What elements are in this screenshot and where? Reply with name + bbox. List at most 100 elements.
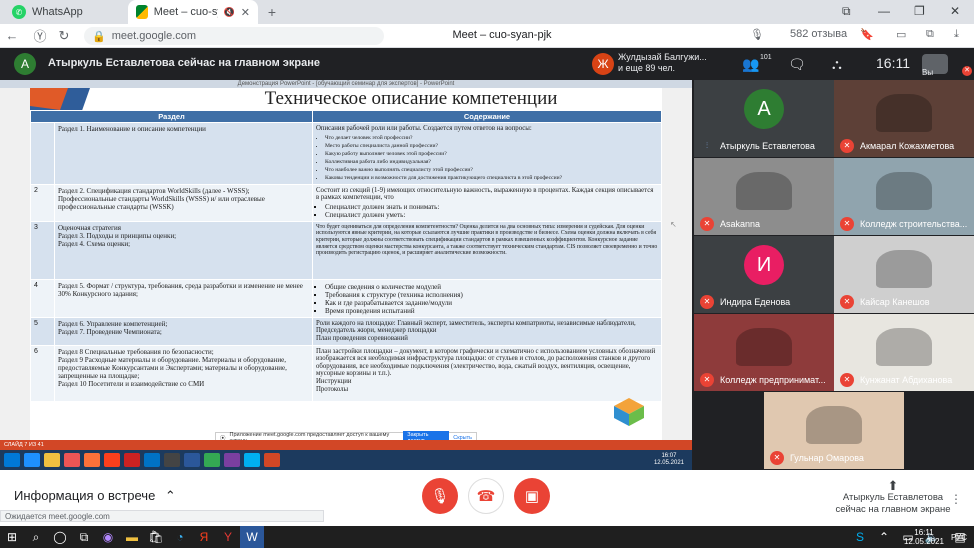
chat-icon[interactable]: 🗨 [788, 56, 806, 73]
row-intro: Роли каждого на площадке: Главный экспер… [316, 319, 636, 342]
row-number: 2 [30, 183, 55, 222]
row-content: Общие сведения о количестве модулейТребо… [312, 278, 662, 318]
notifications-icon[interactable]: ▤ [948, 526, 972, 548]
word-icon [184, 453, 200, 467]
participant-tile[interactable]: ✕ Колледж строительства... [834, 158, 974, 235]
taskbar-date: 12.05.2021 [903, 537, 944, 546]
reviews-link[interactable]: 582 отзыва [790, 28, 847, 40]
mic-off-icon: 🎙 [430, 488, 450, 505]
yandex-icon[interactable]: Ⓨ [28, 26, 52, 45]
bookmark-icon[interactable]: 🔖 [860, 28, 874, 41]
profile-icon[interactable]: ⧉ [842, 4, 851, 19]
mic-off-icon: ✕ [700, 295, 714, 309]
edge-icon[interactable]: ◔ [168, 526, 192, 548]
participant-tile[interactable]: ✕ Asakanna [694, 158, 834, 235]
present-icon: ⬆ [887, 478, 899, 493]
store-icon[interactable]: 🛍 [144, 526, 168, 548]
battery-icon: ▭ [896, 29, 907, 41]
media-icon [64, 453, 80, 467]
avatar: А [744, 89, 784, 130]
activities-icon[interactable]: ⛬ [832, 56, 842, 73]
camera-toggle-button[interactable]: ▣ [514, 478, 550, 514]
minimize-button[interactable]: — [878, 4, 890, 18]
video-feed [736, 171, 792, 211]
reload-icon[interactable]: ↻ [52, 28, 76, 44]
mute-tab-icon[interactable]: 🔇 [224, 7, 235, 18]
row-content: Что будет оцениваться для определения ко… [312, 220, 662, 280]
folder-icon[interactable]: ▬ [120, 526, 144, 548]
url-text: meet.google.com [111, 30, 197, 42]
back-icon[interactable]: ← [0, 28, 24, 43]
windows-start-icon[interactable]: ⊞ [0, 526, 24, 548]
tab-whatsapp[interactable]: ✆ WhatsApp [4, 0, 124, 24]
meeting-info-button[interactable]: Информация о встрече ⌃ [14, 488, 176, 504]
bullet-item: Как и где разрабатывается задание/модули [325, 299, 658, 307]
bullet-item: Специалист должен уметь: [325, 211, 658, 219]
table-row: 4 Раздел 5. Формат / структура, требовани… [30, 278, 662, 318]
ppt-caption: Демонстрация PowerPoint - [обучающий сем… [0, 80, 692, 88]
mic-off-icon: ✕ [840, 139, 854, 153]
bullet-list: Что делает человек этой профессии?Место … [316, 134, 658, 182]
word-icon[interactable]: W [240, 526, 264, 548]
row-content: Описания рабочей роли или работы. Создае… [312, 122, 662, 185]
bullet-item: Какую работу выполняет человек этой проф… [325, 150, 658, 158]
video-feed [736, 327, 792, 367]
meet-icon [136, 5, 148, 19]
row-number: 5 [30, 316, 55, 346]
col-section-header: Раздел [30, 110, 313, 123]
meet-clock: 16:11 [876, 55, 910, 71]
mic-off-icon: ✕ [840, 295, 854, 309]
row-intro: Состоит из секций (1-9) имеющих относите… [316, 186, 654, 202]
taskbar-clock[interactable]: 16:11 12.05.2021 [904, 528, 944, 546]
close-window-button[interactable]: ✕ [950, 4, 960, 18]
participants-count: 101 [760, 54, 772, 61]
self-label: Вы [922, 68, 934, 77]
extensions-icon[interactable]: ⧉ [926, 28, 934, 41]
skype-icon [244, 453, 260, 467]
participant-tile[interactable]: ✕ Гульнар Омарова [764, 392, 904, 469]
tab-label: Meet – cuo-syan-pjk [153, 6, 218, 18]
others-line1: Жулдызай Балгужи... [618, 52, 707, 62]
task-switch-icon[interactable]: ⧉ [72, 526, 96, 548]
yandex-browser-icon[interactable]: Y [216, 526, 240, 548]
participant-tile[interactable]: ✕ Колледж предпринимат... [694, 314, 834, 391]
participant-tile[interactable]: И ✕ Индира Еденова [694, 236, 834, 313]
mic-toggle-button[interactable]: 🎙 [422, 478, 458, 514]
presenting-button[interactable]: ⬆ Атыркуль Еставлетова сейчас на главном… [818, 478, 968, 516]
mic-off-icon: ✕ [700, 217, 714, 231]
skype-icon[interactable]: S [848, 526, 872, 548]
avatar: А [14, 53, 36, 75]
folder-icon [44, 453, 60, 467]
row-number: 3 [30, 220, 55, 280]
url-field[interactable]: 🔒 meet.google.com [84, 27, 384, 45]
download-icon[interactable]: ⤓ [954, 28, 959, 41]
row-number: 4 [30, 278, 55, 318]
new-tab-button[interactable]: + [264, 4, 280, 20]
app-icon [164, 453, 180, 467]
slide-title: Техническое описание компетенции [264, 88, 558, 109]
participant-tile[interactable]: А ⫶ Атыркуль Еставлетова [694, 80, 834, 157]
yandex-icon[interactable]: Я [192, 526, 216, 548]
leave-call-button[interactable]: ☎ [468, 478, 504, 514]
participant-tile[interactable]: ✕ Кайсар Канешов [834, 236, 974, 313]
participant-tile[interactable]: ✕ Акмарал Кожахметова [834, 80, 974, 157]
tab-meet[interactable]: Meet – cuo-syan-pjk 🔇 ✕ [128, 0, 258, 24]
maximize-button[interactable]: ❐ [914, 4, 925, 18]
participant-tile[interactable]: ✕ Кунжанат Абдиханова [834, 314, 974, 391]
avatar: И [744, 245, 784, 286]
participant-name: Колледж строительства... [860, 219, 968, 229]
close-icon[interactable]: ✕ [241, 6, 250, 19]
start-icon [4, 453, 20, 467]
bullet-item: Требования к структуре (техника исполнен… [325, 291, 658, 299]
chevron-up-icon[interactable]: ⌃ [872, 526, 896, 548]
yandex-browser-icon [124, 453, 140, 467]
task-view-icon[interactable]: ◯ [48, 526, 72, 548]
bullet-item: Общие сведения о количестве модулей [325, 283, 658, 291]
more-options-icon[interactable]: ⋮ [950, 492, 962, 506]
address-bar-row: ← Ⓨ ↻ 🔒 meet.google.com Meet – cuo-syan-… [0, 24, 974, 48]
presenting-line2: сейчас на главном экране [835, 504, 951, 515]
search-icon[interactable]: ⌕ [24, 526, 48, 548]
people-icon[interactable]: 👥 [742, 56, 759, 73]
viber-icon[interactable]: ◉ [96, 526, 120, 548]
participant-name: Колледж предпринимат... [720, 375, 826, 385]
